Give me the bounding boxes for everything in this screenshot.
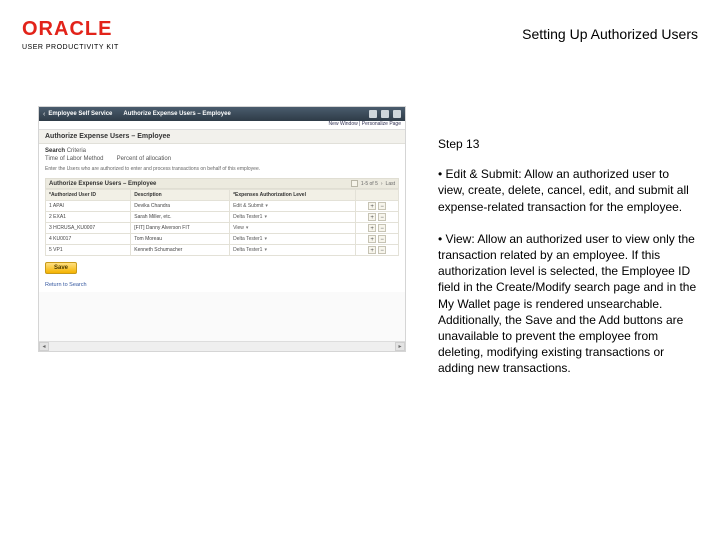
- page-title: Authorize Expense Users – Employee: [123, 111, 230, 117]
- delete-row-button[interactable]: −: [378, 202, 386, 210]
- delete-row-button[interactable]: −: [378, 213, 386, 221]
- brand-logo: ORACLE: [22, 18, 119, 41]
- flag-icon[interactable]: [381, 110, 389, 118]
- cell-auth-level[interactable]: Edit & Submit▾: [230, 201, 356, 212]
- save-button[interactable]: Save: [45, 262, 77, 274]
- col-actions: [356, 190, 399, 201]
- search-description: Enter the Users who are authorized to en…: [45, 166, 399, 172]
- search-label: Search: [45, 148, 65, 154]
- col-auth-level[interactable]: *Expenses Authorization Level: [230, 190, 356, 201]
- auth-users-table: *Authorized User ID Description *Expense…: [45, 189, 399, 256]
- col-description[interactable]: Description: [131, 190, 230, 201]
- home-icon[interactable]: [369, 110, 377, 118]
- add-row-button[interactable]: +: [368, 246, 376, 254]
- delete-row-button[interactable]: −: [378, 235, 386, 243]
- chevron-down-icon: ▾: [264, 214, 267, 220]
- breadcrumb[interactable]: Employee Self Service: [48, 111, 112, 117]
- cell-description: Kenneth Schumacher: [131, 245, 230, 256]
- section-header: Authorize Expense Users – Employee: [39, 130, 405, 144]
- back-icon[interactable]: ‹: [43, 111, 45, 118]
- cell-auth-level[interactable]: Delta Tester1▾: [230, 212, 356, 223]
- search-criteria: Criteria: [67, 148, 86, 154]
- cell-auth-level[interactable]: Delta Tester1▾: [230, 245, 356, 256]
- grid-header: Authorize Expense Users – Employee 1-5 o…: [45, 178, 399, 189]
- table-row: 2 EXA1Sarah Miller, etc.Delta Tester1▾+−: [46, 212, 399, 223]
- search-heading: Search Criteria: [45, 148, 399, 154]
- grid-title: Authorize Expense Users – Employee: [49, 181, 156, 187]
- scroll-left-icon[interactable]: ◂: [39, 342, 49, 351]
- add-row-button[interactable]: +: [368, 224, 376, 232]
- scroll-right-icon[interactable]: ▸: [395, 342, 405, 351]
- cell-userid: 3 HCRUSA_KU0007: [46, 223, 131, 234]
- cell-userid: 5 VP1: [46, 245, 131, 256]
- add-row-button[interactable]: +: [368, 235, 376, 243]
- cell-actions: +−: [356, 223, 399, 234]
- cell-actions: +−: [356, 245, 399, 256]
- time-label: Time of Labor Method: [45, 156, 115, 162]
- step-label: Step 13: [438, 136, 698, 152]
- cell-userid: 1 APAI: [46, 201, 131, 212]
- cell-auth-level[interactable]: Delta Tester1▾: [230, 234, 356, 245]
- table-row: 4 KU0017Tom MoreauDelta Tester1▾+−: [46, 234, 399, 245]
- chevron-down-icon: ▾: [246, 225, 249, 231]
- cell-actions: +−: [356, 212, 399, 223]
- cell-userid: 2 EXA1: [46, 212, 131, 223]
- cell-auth-level[interactable]: View▾: [230, 223, 356, 234]
- chevron-down-icon: ▾: [264, 236, 267, 242]
- chevron-down-icon: ▾: [265, 203, 268, 209]
- menu-icon[interactable]: [393, 110, 401, 118]
- cell-userid: 4 KU0017: [46, 234, 131, 245]
- add-row-button[interactable]: +: [368, 202, 376, 210]
- table-row: 5 VP1Kenneth SchumacherDelta Tester1▾+−: [46, 245, 399, 256]
- add-row-button[interactable]: +: [368, 213, 376, 221]
- delete-row-button[interactable]: −: [378, 246, 386, 254]
- instruction-para-2: • View: Allow an authorized user to view…: [438, 231, 698, 377]
- time-row: Time of Labor Method Percent of allocati…: [45, 156, 399, 162]
- horizontal-scrollbar[interactable]: ◂ ▸: [39, 341, 405, 351]
- table-row: 3 HCRUSA_KU0007[FIT] Danny Alverson FITV…: [46, 223, 399, 234]
- time-value: Percent of allocation: [117, 156, 171, 162]
- cell-description: [FIT] Danny Alverson FIT: [131, 223, 230, 234]
- instruction-panel: Step 13 • Edit & Submit: Allow an author…: [438, 136, 698, 392]
- return-link[interactable]: Return to Search: [45, 282, 399, 288]
- grid-nav-last[interactable]: Last: [386, 181, 395, 187]
- cell-actions: +−: [356, 234, 399, 245]
- brand-subtitle: USER PRODUCTIVITY KIT: [22, 44, 119, 51]
- brand: ORACLE USER PRODUCTIVITY KIT: [22, 18, 119, 51]
- col-userid[interactable]: *Authorized User ID: [46, 190, 131, 201]
- instruction-para-1: • Edit & Submit: Allow an authorized use…: [438, 166, 698, 215]
- cell-actions: +−: [356, 201, 399, 212]
- chevron-down-icon: ▾: [264, 247, 267, 253]
- cell-description: Tom Moreau: [131, 234, 230, 245]
- cell-description: Sarah Miller, etc.: [131, 212, 230, 223]
- doc-title: Setting Up Authorized Users: [522, 26, 698, 42]
- page-links[interactable]: New Window | Personalize Page: [39, 121, 405, 130]
- embedded-screenshot: ‹ Employee Self Service Authorize Expens…: [38, 106, 406, 352]
- app-topbar: ‹ Employee Self Service Authorize Expens…: [39, 107, 405, 121]
- grid-nav: 1-5 of 5: [361, 181, 378, 187]
- table-row: 1 APAIDevika ChandraEdit & Submit▾+−: [46, 201, 399, 212]
- grid-tool-icon[interactable]: [351, 180, 358, 187]
- delete-row-button[interactable]: −: [378, 224, 386, 232]
- cell-description: Devika Chandra: [131, 201, 230, 212]
